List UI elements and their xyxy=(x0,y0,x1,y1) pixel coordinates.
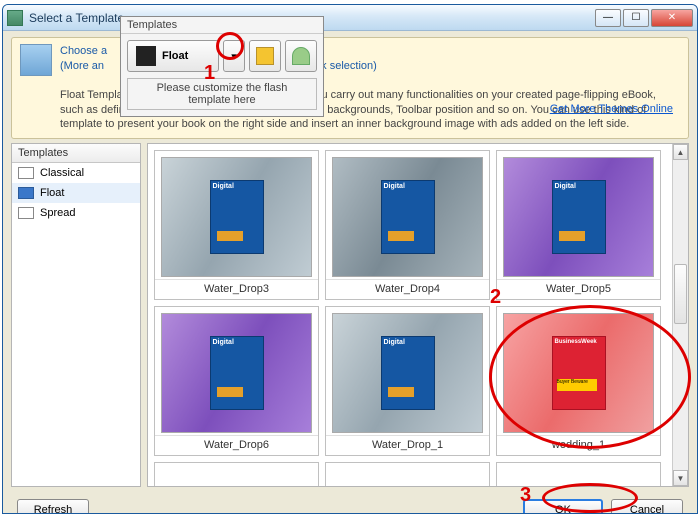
more-themes-link[interactable]: Get More Themes Online xyxy=(550,103,673,115)
maximize-button[interactable]: ☐ xyxy=(623,9,649,27)
classical-icon xyxy=(18,167,34,179)
titlebar[interactable]: Select a Template — ☐ ✕ xyxy=(3,5,697,31)
refresh-button[interactable]: Refresh xyxy=(17,499,89,514)
save-icon xyxy=(256,47,274,65)
app-icon xyxy=(7,10,23,26)
template-cell[interactable]: Water_Drop4 xyxy=(325,150,490,300)
template-cell-partial[interactable] xyxy=(325,462,490,487)
dialog-window: Select a Template — ☐ ✕ Choose a (More a… xyxy=(2,4,698,514)
scroll-down-button[interactable]: ▼ xyxy=(673,470,688,486)
minimize-button[interactable]: — xyxy=(595,9,621,27)
float-icon xyxy=(18,187,34,199)
sidebar-item-spread[interactable]: Spread xyxy=(12,203,140,223)
popup-header: Templates xyxy=(121,17,323,34)
float-label: Float xyxy=(162,50,188,62)
template-cell[interactable]: Water_Drop5 xyxy=(496,150,661,300)
save-template-button[interactable] xyxy=(249,40,281,72)
template-cell[interactable]: wedding_1 xyxy=(496,306,661,456)
template-caption: Water_Drop_1 xyxy=(326,435,489,455)
float-template-button[interactable]: Float xyxy=(127,40,219,72)
template-thumbnail xyxy=(332,157,483,277)
sidebar-item-label: Spread xyxy=(40,207,75,219)
sidebar-item-classical[interactable]: Classical xyxy=(12,163,140,183)
sidebar-item-float[interactable]: Float xyxy=(12,183,140,203)
spread-icon xyxy=(18,207,34,219)
popup-hint: Please customize the flash template here xyxy=(127,78,317,110)
intro-highlight-b: (More an xyxy=(60,60,104,72)
grid-scrollbar[interactable]: ▲ ▼ xyxy=(672,144,688,486)
cancel-button[interactable]: Cancel xyxy=(611,499,683,514)
template-thumbnail xyxy=(503,313,654,433)
template-caption: Water_Drop4 xyxy=(326,279,489,299)
book-icon xyxy=(136,46,156,66)
scroll-up-button[interactable]: ▲ xyxy=(673,144,688,160)
template-caption: Water_Drop5 xyxy=(497,279,660,299)
intro-highlight-a: Choose a xyxy=(60,45,107,57)
template-caption: Water_Drop6 xyxy=(155,435,318,455)
sidebar-header: Templates xyxy=(12,144,140,163)
template-thumbnail xyxy=(161,157,312,277)
template-large-icon xyxy=(20,44,52,76)
template-caption: wedding_1 xyxy=(497,435,660,455)
sidebar-item-label: Classical xyxy=(40,167,84,179)
float-popup: Templates Float ▾ Please customize the f… xyxy=(120,16,324,117)
ok-button[interactable]: OK xyxy=(523,499,603,514)
template-thumbnail xyxy=(503,157,654,277)
template-caption: Water_Drop3 xyxy=(155,279,318,299)
intro-panel: Choose a (More an uick selection) Float … xyxy=(11,37,689,139)
template-cell-partial[interactable] xyxy=(154,462,319,487)
template-grid: Water_Drop3 Water_Drop4 Water_Drop5 Wate… xyxy=(147,143,689,487)
template-cell[interactable]: Water_Drop3 xyxy=(154,150,319,300)
template-cell[interactable]: Water_Drop6 xyxy=(154,306,319,456)
templates-sidebar: Templates Classical Float Spread xyxy=(11,143,141,487)
template-cell-partial[interactable] xyxy=(496,462,661,487)
import-template-button[interactable] xyxy=(285,40,317,72)
close-button[interactable]: ✕ xyxy=(651,9,693,27)
template-cell[interactable]: Water_Drop_1 xyxy=(325,306,490,456)
chevron-down-icon: ▾ xyxy=(231,50,237,63)
body-area: Templates Classical Float Spread Water_D… xyxy=(3,143,697,495)
import-icon xyxy=(292,47,310,65)
template-thumbnail xyxy=(332,313,483,433)
scroll-thumb[interactable] xyxy=(674,264,687,324)
float-dropdown-button[interactable]: ▾ xyxy=(223,40,245,72)
dialog-footer: Refresh OK Cancel xyxy=(3,495,697,514)
sidebar-item-label: Float xyxy=(40,187,64,199)
template-thumbnail xyxy=(161,313,312,433)
